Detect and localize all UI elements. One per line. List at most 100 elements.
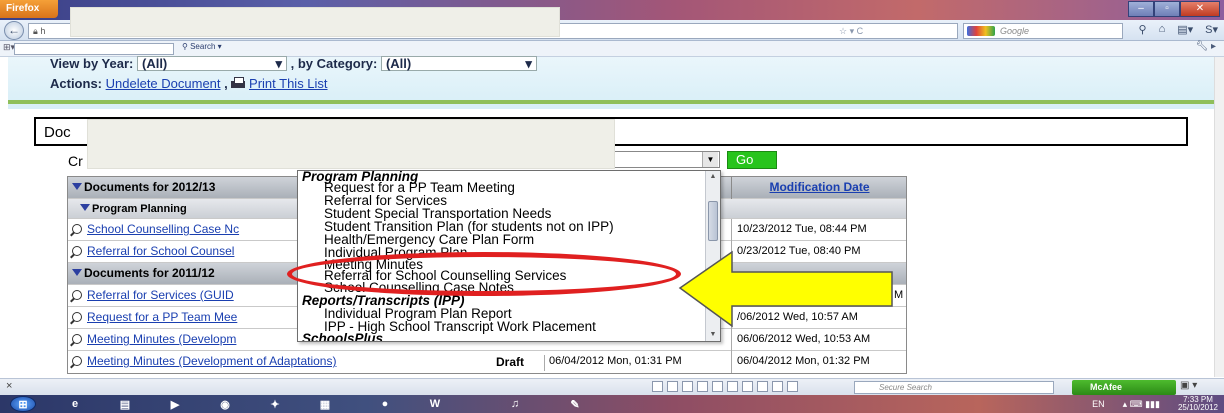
- search-bar[interactable]: Google: [963, 23, 1123, 39]
- itunes-icon[interactable]: ♫: [500, 396, 530, 412]
- firefox-menu-button[interactable]: Firefox: [0, 0, 58, 18]
- tray-icons[interactable]: ▴ ⌨ ▮▮▮: [1123, 399, 1160, 410]
- scroll-up-icon[interactable]: ▲: [706, 171, 720, 183]
- modification-date: 10/23/2012 Tue, 08:44 PM: [737, 223, 867, 235]
- document-link[interactable]: School Counselling Case Nc: [72, 222, 239, 236]
- chrome-icon[interactable]: ◉: [210, 396, 240, 412]
- modification-date: 06/04/2012 Mon, 01:32 PM: [737, 355, 870, 367]
- pointer-arrow-icon: [678, 250, 893, 328]
- modification-date: 06/06/2012 Wed, 10:53 AM: [737, 333, 871, 345]
- dropdown-group-label: SchoolsPlus: [302, 331, 384, 342]
- document-link[interactable]: Referral for School Counsel: [72, 244, 234, 258]
- status-icon[interactable]: [742, 381, 753, 392]
- highlight-ellipse: [287, 252, 681, 296]
- toolbar-search-input[interactable]: [14, 43, 174, 55]
- mcafee-button[interactable]: McAfee: [1072, 380, 1176, 395]
- status-icon[interactable]: [787, 381, 798, 392]
- nav-right-icons: ⚲ ⌂ ▤▾ S▾: [1139, 23, 1219, 36]
- app-icon[interactable]: ✦: [260, 396, 290, 412]
- status-icon[interactable]: [697, 381, 708, 392]
- status-icon[interactable]: [757, 381, 768, 392]
- actions-row: Actions: Undelete Document , Print This …: [50, 76, 328, 91]
- category-select[interactable]: (All) ▾: [380, 56, 537, 71]
- status-bar: × Secure Search McAfee ▣ ▾: [0, 378, 1224, 395]
- start-button-icon[interactable]: ⊞: [10, 396, 36, 412]
- firefox-icon[interactable]: ●: [370, 396, 400, 412]
- bookmarks-menu-icon[interactable]: ▤▾: [1177, 23, 1193, 36]
- document-link[interactable]: Request for a PP Team Mee: [72, 310, 237, 324]
- page-scrollbar[interactable]: [1214, 57, 1224, 377]
- toolbar-search-button[interactable]: ⚲ Search ▾: [182, 42, 222, 51]
- status-icon[interactable]: [712, 381, 723, 392]
- url-text: h: [40, 26, 46, 36]
- printer-icon[interactable]: [231, 77, 246, 89]
- system-tray: EN ▴ ⌨ ▮▮▮ 7:33 PM 25/10/2012: [1092, 396, 1218, 412]
- addon-icon[interactable]: S▾: [1205, 23, 1218, 36]
- filter-row: View by Year: (All) ▾ , by Category: (All…: [50, 56, 537, 71]
- chevron-down-icon[interactable]: ▼: [702, 152, 718, 167]
- scroll-down-icon[interactable]: ▼: [706, 329, 720, 341]
- close-addon-bar-icon[interactable]: ×: [6, 380, 12, 392]
- search-bar-placeholder: Google: [1000, 26, 1030, 36]
- status-right-icons[interactable]: ▣ ▾: [1180, 380, 1197, 391]
- photo-icon[interactable]: ▦: [310, 396, 340, 412]
- status-icon[interactable]: [727, 381, 738, 392]
- year-select[interactable]: (All) ▾: [136, 56, 287, 71]
- status-icon[interactable]: [652, 381, 663, 392]
- divider-line: [8, 100, 1216, 104]
- status-text: Draft: [496, 355, 525, 369]
- by-category-label: by Category:: [297, 56, 378, 71]
- clock[interactable]: 7:33 PM 25/10/2012: [1178, 396, 1218, 412]
- magnifier-icon[interactable]: [72, 290, 82, 300]
- language-indicator[interactable]: EN: [1092, 399, 1105, 409]
- status-icon[interactable]: [772, 381, 783, 392]
- status-icons: [652, 381, 798, 392]
- scrollbar-thumb[interactable]: [708, 201, 718, 241]
- close-button[interactable]: ✕: [1180, 1, 1220, 17]
- media-icon[interactable]: ▶: [160, 396, 190, 412]
- status-icon[interactable]: [667, 381, 678, 392]
- magnifier-icon[interactable]: [72, 224, 82, 234]
- browser-window: { "browser": { "app_button": "Firefox", …: [0, 0, 1224, 413]
- window-controls: – ▫ ✕: [1128, 1, 1220, 17]
- magnifier-icon[interactable]: [72, 312, 82, 322]
- paint-icon[interactable]: ✎: [560, 396, 590, 412]
- secure-search-input[interactable]: Secure Search: [854, 381, 1054, 394]
- wrench-icon[interactable]: 🔧︎ ▸: [1196, 41, 1217, 52]
- create-label: Cr: [68, 153, 83, 169]
- magnifier-icon[interactable]: [72, 334, 82, 344]
- table-row: Meeting Minutes (Development of Adaptati…: [68, 351, 906, 373]
- magnifier-icon[interactable]: [72, 246, 82, 256]
- undelete-document-link[interactable]: Undelete Document: [106, 76, 221, 91]
- go-button[interactable]: Go: [727, 151, 777, 169]
- word-icon[interactable]: W: [420, 396, 450, 412]
- status-icon[interactable]: [682, 381, 693, 392]
- lock-icon: 🔒︎: [33, 26, 38, 36]
- document-link[interactable]: Meeting Minutes (Developm: [72, 332, 236, 346]
- view-by-year-label: View by Year:: [50, 56, 134, 71]
- actions-label: Actions:: [50, 76, 102, 91]
- taskbar: ⊞ e ▤ ▶ ◉ ✦ ▦ ● W ♫ ✎ EN ▴ ⌨ ▮▮▮ 7:33 PM…: [0, 395, 1224, 413]
- section-title: Doc: [44, 124, 71, 141]
- search-icon[interactable]: ⚲: [1139, 23, 1147, 36]
- explorer-icon[interactable]: ▤: [110, 396, 140, 412]
- back-arrow-icon[interactable]: ←: [4, 21, 24, 40]
- minimize-button[interactable]: –: [1128, 1, 1154, 17]
- print-list-link[interactable]: Print This List: [249, 76, 328, 91]
- secondary-toolbar: ⊞▾ ⚲ Search ▾ 🔧︎ ▸: [0, 41, 1224, 57]
- google-logo-icon: [967, 26, 995, 36]
- document-link[interactable]: Meeting Minutes (Development of Adaptati…: [72, 354, 336, 368]
- collapse-triangle-icon[interactable]: [72, 183, 82, 190]
- ie-icon[interactable]: e: [60, 396, 90, 412]
- magnifier-icon[interactable]: [72, 356, 82, 366]
- collapse-triangle-icon[interactable]: [80, 204, 90, 211]
- document-link[interactable]: Referral for Services (GUID: [72, 288, 234, 302]
- modification-date-header[interactable]: Modification Date: [731, 177, 907, 199]
- redacted-area: [87, 119, 615, 169]
- maximize-button[interactable]: ▫: [1154, 1, 1180, 17]
- created-date: 06/04/2012 Mon, 01:31 PM: [544, 355, 682, 371]
- home-icon[interactable]: ⌂: [1159, 23, 1166, 36]
- collapse-triangle-icon[interactable]: [72, 269, 82, 276]
- bookmark-star-icon[interactable]: ☆ ▾ C: [839, 24, 863, 38]
- redacted-area: [70, 7, 560, 37]
